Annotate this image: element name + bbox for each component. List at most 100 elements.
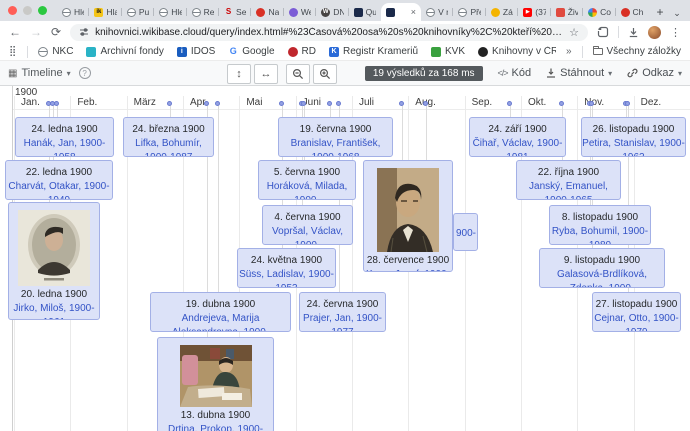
event-marker-dot[interactable] xyxy=(204,101,209,106)
event-card[interactable]: 9. listopadu 1900Galasová-Brdlíková, Zde… xyxy=(539,248,665,288)
event-person-link[interactable]: Horáková, Milada, 1900- xyxy=(259,180,355,200)
event-card[interactable]: 24. září 1900Čihař, Václav, 1900-1981 xyxy=(469,117,566,157)
event-card[interactable]: 27. listopadu 1900Cejnar, Otto, 1900-197… xyxy=(592,292,681,332)
tab[interactable]: SSez xyxy=(219,3,251,21)
event-person-link[interactable]: Lifka, Bohumír, 1900-1987 xyxy=(124,137,213,157)
tab[interactable]: ikHla xyxy=(89,3,121,21)
event-marker-dot[interactable] xyxy=(423,101,428,106)
tab[interactable]: ▶(37 xyxy=(518,3,550,21)
event-person-link[interactable]: Prajer, Jan, 1900-1977 xyxy=(300,312,385,332)
tab[interactable]: WDN xyxy=(316,3,348,21)
event-card[interactable]: 19. června 1900Branislav, František, 190… xyxy=(278,117,393,157)
site-settings-icon[interactable] xyxy=(79,27,89,37)
event-person-link[interactable]: Janský, Emanuel, 1900-1965 xyxy=(517,180,620,200)
tab[interactable]: Živ xyxy=(551,3,583,21)
url-field[interactable]: knihovnici.wikibase.cloud/query/index.ht… xyxy=(70,24,588,41)
zoom-in-button[interactable] xyxy=(313,64,337,84)
event-card[interactable]: 28. července 1900Knap, Josef, 1900-1973 xyxy=(363,160,453,272)
new-tab-button[interactable]: + xyxy=(652,4,668,20)
event-person-link[interactable]: 900- xyxy=(456,227,477,241)
event-card[interactable]: 8. listopadu 1900Ryba, Bohumil, 1900-198… xyxy=(549,205,651,245)
tab[interactable]: V r xyxy=(421,3,453,21)
tab-search-chevron-icon[interactable]: ⌄ xyxy=(670,8,684,19)
event-person-link[interactable]: Knap, Josef, 1900-1973 xyxy=(364,268,452,272)
downloads-icon[interactable] xyxy=(628,27,639,38)
event-marker-dot[interactable] xyxy=(167,101,172,106)
close-window-button[interactable] xyxy=(8,6,17,15)
event-marker-dot[interactable] xyxy=(625,101,630,106)
event-person-link[interactable]: Branislav, František, 1900-1968 xyxy=(279,137,392,157)
event-marker-dot[interactable] xyxy=(279,101,284,106)
event-marker-dot[interactable] xyxy=(507,101,512,106)
event-card-fragment[interactable]: 900- xyxy=(453,213,478,251)
code-button[interactable]: </> Kód xyxy=(498,67,532,79)
bookmark-item[interactable]: KRegistr Krameriů xyxy=(329,46,418,57)
tab[interactable]: Hle xyxy=(57,3,89,21)
browser-menu-icon[interactable]: ⋮ xyxy=(670,26,681,39)
download-button[interactable]: Stáhnout ▾ xyxy=(546,67,612,79)
event-marker-dot[interactable] xyxy=(399,101,404,106)
apps-grid-icon[interactable]: ⣿ xyxy=(9,46,17,57)
event-card[interactable]: 24. ledna 1900Hanák, Jan, 1900-1958 xyxy=(15,117,114,157)
event-card[interactable]: 5. června 1900Horáková, Milada, 1900- xyxy=(258,160,356,200)
bookmark-item[interactable]: RD xyxy=(288,46,316,57)
fit-vertical-button[interactable]: ↕ xyxy=(227,64,251,84)
event-marker-dot[interactable] xyxy=(336,101,341,106)
tab[interactable]: Pře xyxy=(453,3,485,21)
event-card[interactable]: 20. ledna 1900Jirko, Miloš, 1900-1961 xyxy=(8,202,100,320)
event-card[interactable]: 22. ledna 1900Charvát, Otakar, 1900-1949 xyxy=(5,160,113,200)
event-card[interactable]: 13. dubna 1900Drtina, Prokop, 1900-1980 xyxy=(157,337,274,431)
event-person-link[interactable]: Cejnar, Otto, 1900-1979 xyxy=(593,312,680,332)
event-marker-dot[interactable] xyxy=(327,101,332,106)
event-person-link[interactable]: Čihař, Václav, 1900-1981 xyxy=(470,137,565,157)
event-marker-dot[interactable] xyxy=(215,101,220,106)
bookmark-item[interactable]: NKC xyxy=(38,46,73,57)
tab[interactable]: Qu xyxy=(349,3,381,21)
tab-close-icon[interactable]: × xyxy=(411,8,416,17)
view-selector[interactable]: ▦ Timeline ▾ xyxy=(8,67,71,79)
bookmark-item[interactable]: GGoogle xyxy=(228,46,274,57)
tab[interactable]: Wel xyxy=(284,3,316,21)
url-text[interactable]: knihovnici.wikibase.cloud/query/index.ht… xyxy=(95,27,563,38)
bookmark-item[interactable]: Knihovny v ČR xyxy=(478,46,556,57)
event-marker-dot[interactable] xyxy=(46,101,51,106)
event-card[interactable]: 24. března 1900Lifka, Bohumír, 1900-1987 xyxy=(123,117,214,157)
tab[interactable]: Pul xyxy=(122,3,154,21)
event-person-link[interactable]: Süss, Ladislav, 1900-1953 xyxy=(238,268,335,288)
event-person-link[interactable]: Petira, Stanislav, 1900-1962 xyxy=(582,137,685,157)
profile-avatar[interactable] xyxy=(648,26,661,39)
event-marker-dot[interactable] xyxy=(301,101,306,106)
event-card[interactable]: 26. listopadu 1900Petira, Stanislav, 190… xyxy=(581,117,686,157)
tab[interactable]: Zás xyxy=(486,3,518,21)
timeline-canvas[interactable]: 1900 Jan.Feb.MärzApr.MaiJuniJuliAug.Sep.… xyxy=(0,86,690,431)
back-icon[interactable]: ← xyxy=(9,26,21,38)
event-person-link[interactable]: Galasová-Brdlíková, Zdenka, 1900- xyxy=(540,268,664,288)
event-person-link[interactable]: Jirko, Miloš, 1900-1961 xyxy=(9,302,99,320)
bookmarks-overflow-chevron[interactable]: » xyxy=(566,46,572,57)
event-person-link[interactable]: Hanák, Jan, 1900-1958 xyxy=(16,137,113,157)
zoom-window-button[interactable] xyxy=(38,6,47,15)
bookmark-item[interactable]: KVK xyxy=(431,46,465,57)
event-card[interactable]: 24. května 1900Süss, Ladislav, 1900-1953 xyxy=(237,248,336,288)
tab[interactable]: Hle xyxy=(154,3,186,21)
minimize-window-button[interactable] xyxy=(23,6,32,15)
zoom-out-button[interactable] xyxy=(286,64,310,84)
event-card[interactable]: 24. června 1900Prajer, Jan, 1900-1977 xyxy=(299,292,386,332)
event-marker-dot[interactable] xyxy=(559,101,564,106)
tab[interactable]: Rel xyxy=(187,3,219,21)
link-button[interactable]: Odkaz ▾ xyxy=(627,67,682,79)
bookmark-star-icon[interactable]: ☆ xyxy=(569,26,579,39)
tab[interactable]: Chc xyxy=(616,3,648,21)
event-person-link[interactable]: Ryba, Bohumil, 1900-1980 xyxy=(550,225,650,245)
event-card[interactable]: 22. října 1900Janský, Emanuel, 1900-1965 xyxy=(516,160,621,200)
tab-active[interactable]: × xyxy=(381,3,421,21)
bookmark-item[interactable]: Archivní fondy xyxy=(86,46,163,57)
event-marker-dot[interactable] xyxy=(589,101,594,106)
event-card[interactable]: 19. dubna 1900Andrejeva, Marija Aleksand… xyxy=(150,292,291,332)
event-person-link[interactable]: Charvát, Otakar, 1900-1949 xyxy=(6,180,112,200)
event-person-link[interactable]: Vopršal, Václav, 1900- xyxy=(263,225,352,245)
bookmark-item[interactable]: iIDOS xyxy=(177,46,215,57)
event-card[interactable]: 4. června 1900Vopršal, Václav, 1900- xyxy=(262,205,353,245)
reload-icon[interactable]: ⟳ xyxy=(51,26,61,38)
extensions-icon[interactable] xyxy=(597,26,609,38)
